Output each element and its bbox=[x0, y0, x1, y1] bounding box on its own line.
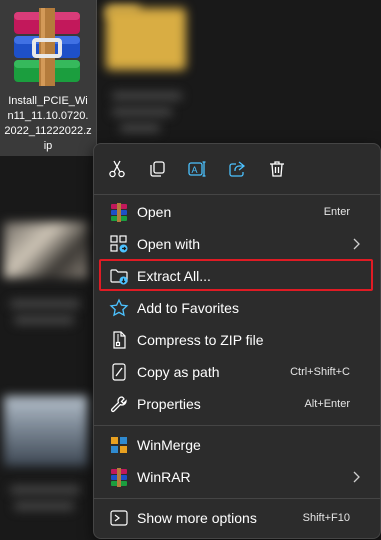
menu-item-shortcut: Alt+Enter bbox=[304, 398, 350, 410]
rename-button[interactable]: A bbox=[184, 156, 210, 182]
winmerge-icon bbox=[111, 437, 127, 453]
menu-item-compress-zip[interactable]: Compress to ZIP file bbox=[100, 325, 374, 355]
blurred-image-thumbnail[interactable] bbox=[4, 222, 88, 278]
blurred-label bbox=[112, 108, 172, 116]
winrar-icon bbox=[111, 203, 127, 222]
svg-text:A: A bbox=[192, 165, 198, 175]
menu-item-label: Compress to ZIP file bbox=[137, 332, 264, 348]
chevron-right-icon bbox=[353, 238, 360, 250]
menu-item-label: Add to Favorites bbox=[137, 300, 239, 316]
copy-icon bbox=[150, 161, 165, 177]
menu-item-shortcut: Enter bbox=[323, 206, 350, 218]
menu-item-open-with[interactable]: Open with bbox=[100, 229, 374, 259]
folder-thumbnail[interactable] bbox=[106, 8, 186, 70]
selected-file-tile[interactable]: Install_PCIE_Wi n11_11.10.0720. 2022_112… bbox=[0, 0, 97, 156]
copy-path-icon bbox=[112, 363, 126, 381]
winrar-icon bbox=[111, 468, 127, 487]
menu-separator bbox=[94, 194, 380, 195]
rename-icon: A bbox=[188, 161, 206, 177]
wrench-icon bbox=[110, 396, 127, 413]
menu-item-label: Copy as path bbox=[137, 364, 220, 380]
share-button[interactable] bbox=[224, 156, 250, 182]
menu-separator bbox=[94, 498, 380, 499]
file-name: Install_PCIE_Wi n11_11.10.0720. 2022_112… bbox=[2, 94, 94, 154]
menu-item-show-more-options[interactable]: Show more options Shift+F10 bbox=[100, 503, 374, 533]
menu-item-open[interactable]: Open Enter bbox=[100, 197, 374, 227]
menu-item-winrar[interactable]: WinRAR bbox=[100, 462, 374, 492]
copy-button[interactable] bbox=[144, 156, 170, 182]
menu-item-label: Open with bbox=[137, 236, 201, 252]
menu-item-properties[interactable]: Properties Alt+Enter bbox=[100, 389, 374, 419]
delete-button[interactable] bbox=[264, 156, 290, 182]
blurred-label bbox=[10, 300, 80, 308]
menu-separator bbox=[94, 425, 380, 426]
file-name-line-1: Install_PCIE_Wi bbox=[8, 95, 88, 107]
menu-item-copy-as-path[interactable]: Copy as path Ctrl+Shift+C bbox=[100, 357, 374, 387]
menu-item-winmerge[interactable]: WinMerge bbox=[100, 430, 374, 460]
blurred-label bbox=[14, 316, 74, 324]
blurred-label bbox=[120, 124, 160, 132]
share-icon bbox=[229, 161, 246, 177]
trash-icon bbox=[270, 161, 284, 177]
menu-item-shortcut: Ctrl+Shift+C bbox=[290, 366, 350, 378]
menu-item-label: Extract All... bbox=[137, 268, 211, 284]
menu-item-label: WinMerge bbox=[137, 437, 201, 453]
blurred-label bbox=[10, 486, 80, 494]
extract-folder-icon bbox=[110, 269, 128, 285]
menu-item-label: Show more options bbox=[137, 510, 257, 526]
star-icon bbox=[109, 298, 129, 317]
blurred-label bbox=[112, 92, 182, 100]
file-name-line-4: ip bbox=[43, 140, 53, 152]
open-with-icon bbox=[110, 235, 128, 253]
file-name-line-3: 2022_11222022.z bbox=[4, 125, 92, 137]
menu-item-label: WinRAR bbox=[137, 469, 191, 485]
blurred-label bbox=[14, 502, 74, 510]
menu-item-shortcut: Shift+F10 bbox=[302, 512, 350, 524]
winrar-archive-icon bbox=[14, 8, 80, 86]
quick-actions-bar: A bbox=[94, 144, 380, 194]
menu-item-extract-all[interactable]: Extract All... bbox=[99, 259, 374, 291]
menu-item-add-to-favorites[interactable]: Add to Favorites bbox=[100, 293, 374, 323]
scissors-icon bbox=[109, 160, 125, 178]
zip-icon bbox=[113, 331, 126, 349]
context-menu: A Open Enter Open with Extract All... Ad… bbox=[93, 143, 381, 539]
file-name-line-2: n11_11.10.0720. bbox=[7, 110, 89, 122]
menu-item-label: Open bbox=[137, 204, 172, 220]
show-more-icon bbox=[110, 510, 128, 526]
chevron-right-icon bbox=[353, 471, 360, 483]
cut-button[interactable] bbox=[104, 156, 130, 182]
blurred-image-thumbnail[interactable] bbox=[4, 396, 88, 466]
menu-item-label: Properties bbox=[137, 396, 201, 412]
